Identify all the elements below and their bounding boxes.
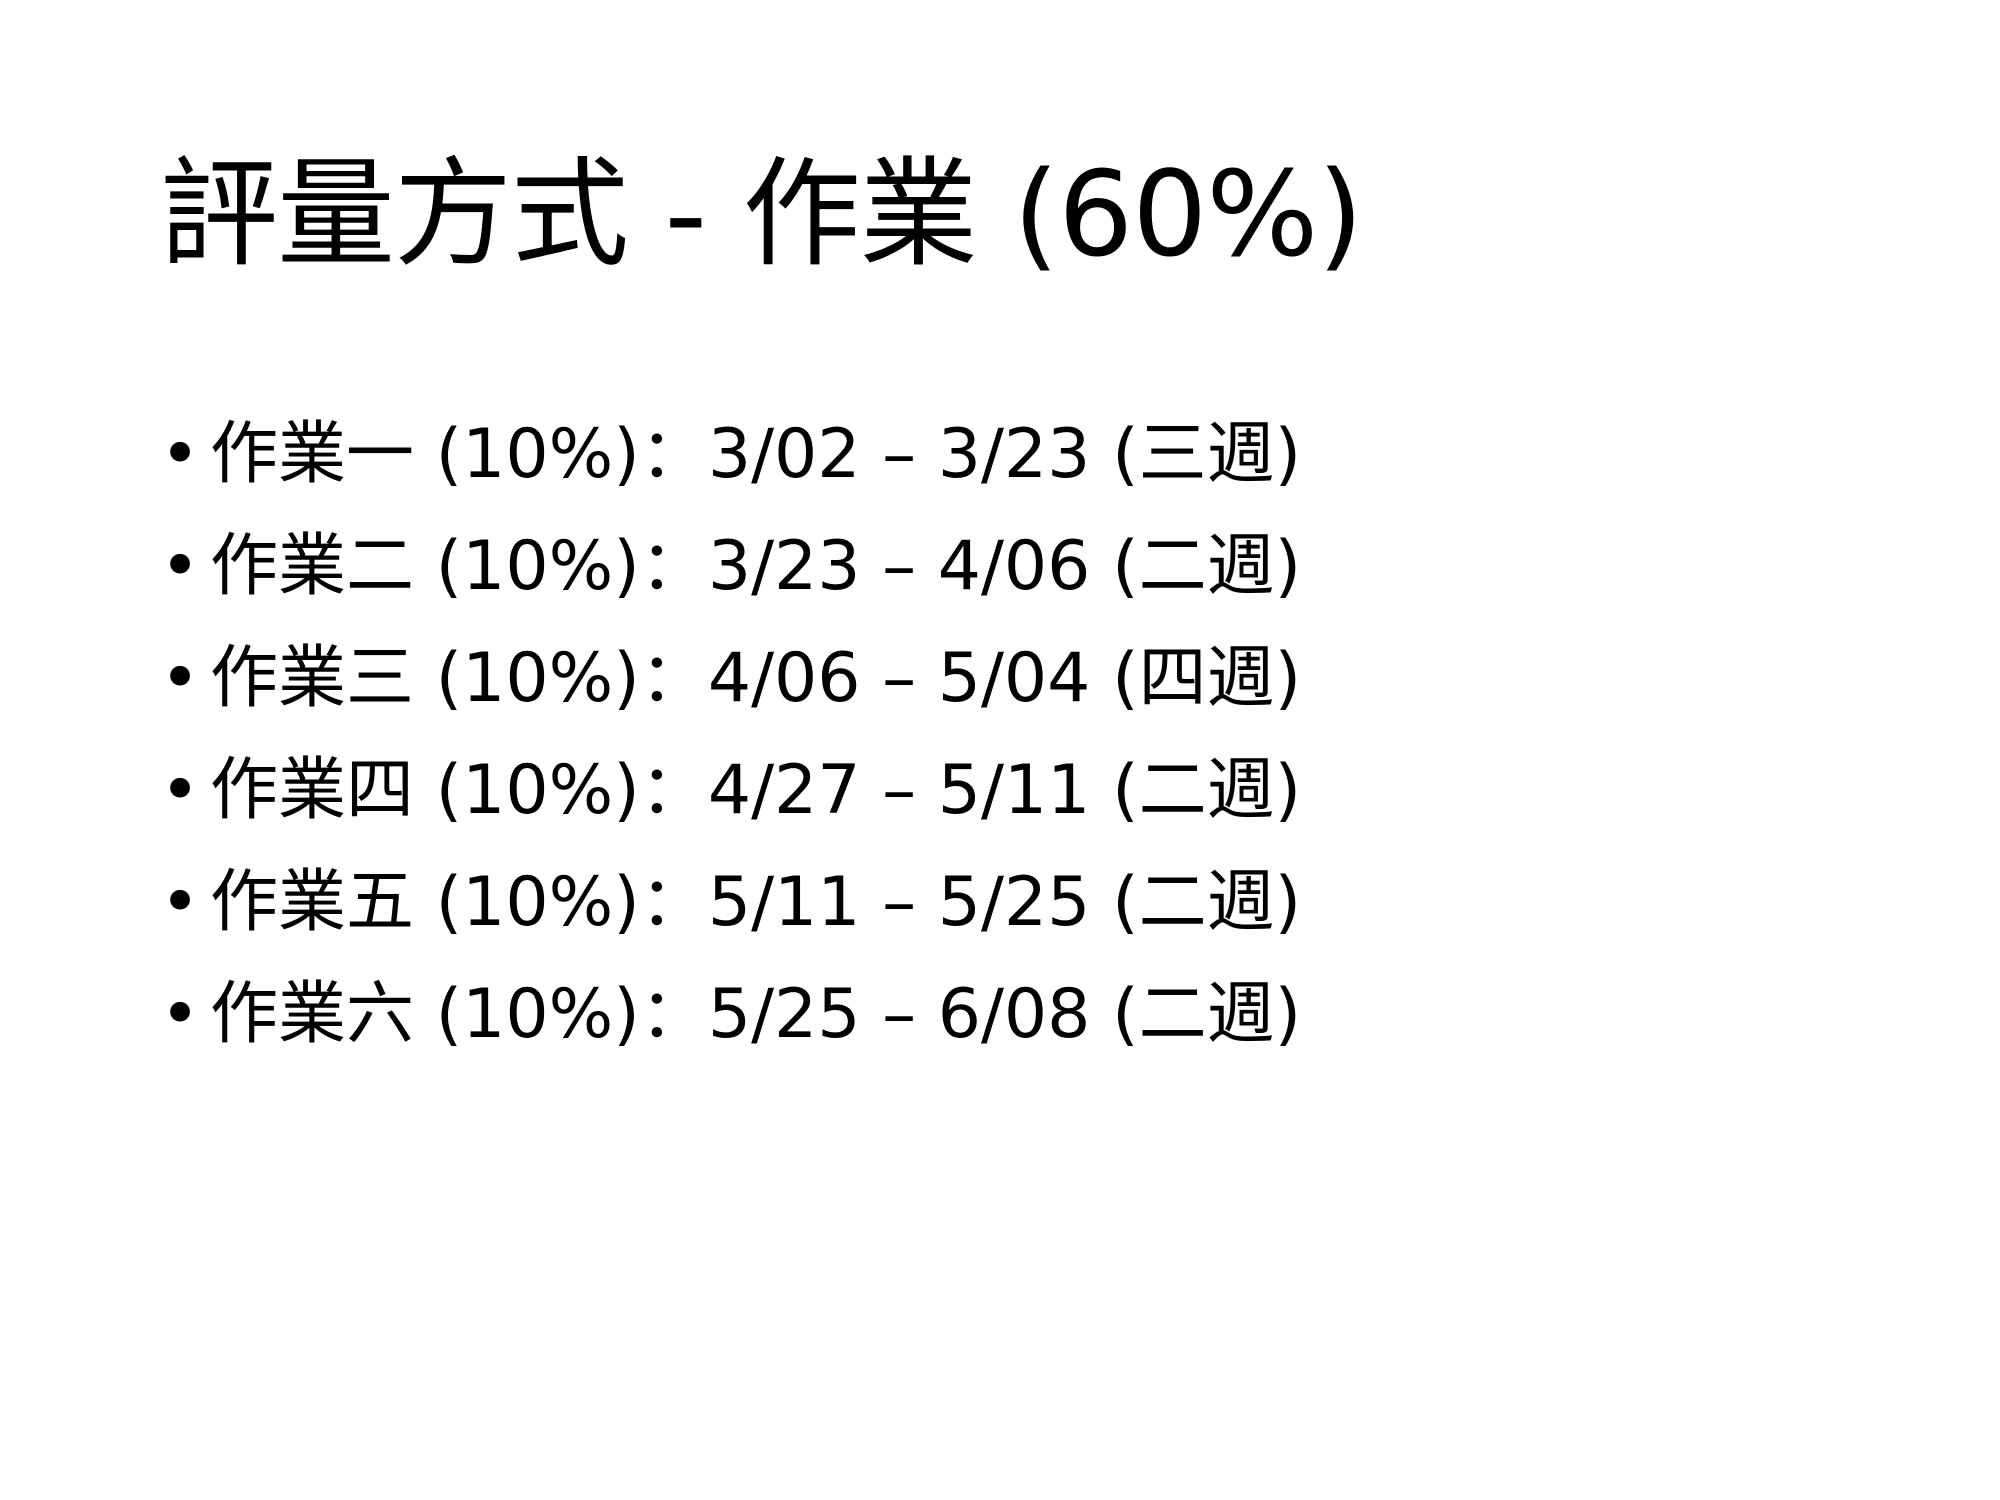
bullet-icon: • bbox=[160, 751, 201, 830]
assignment-text: 作業二 (10%)：3/23 – 4/06 (二週) bbox=[210, 527, 1302, 606]
bullet-icon: • bbox=[160, 639, 201, 718]
assignment-text: 作業六 (10%)：5/25 – 6/08 (二週) bbox=[210, 975, 1302, 1054]
slide-title: 評量方式 - 作業 (60%) bbox=[160, 145, 1363, 283]
list-item: • 作業三 (10%)：4/06 – 5/04 (四週) bbox=[160, 629, 1301, 741]
assignment-text: 作業一 (10%)：3/02 – 3/23 (三週) bbox=[210, 415, 1302, 494]
bullet-icon: • bbox=[160, 863, 201, 942]
bullet-icon: • bbox=[160, 975, 201, 1054]
assignment-list: • 作業一 (10%)：3/02 – 3/23 (三週) • 作業二 (10%)… bbox=[160, 405, 1301, 1077]
bullet-icon: • bbox=[160, 415, 201, 494]
assignment-text: 作業四 (10%)：4/27 – 5/11 (二週) bbox=[210, 751, 1302, 830]
list-item: • 作業六 (10%)：5/25 – 6/08 (二週) bbox=[160, 965, 1301, 1077]
slide: 評量方式 - 作業 (60%) • 作業一 (10%)：3/02 – 3/23 … bbox=[0, 0, 2000, 1500]
assignment-text: 作業三 (10%)：4/06 – 5/04 (四週) bbox=[210, 639, 1302, 718]
list-item: • 作業二 (10%)：3/23 – 4/06 (二週) bbox=[160, 517, 1301, 629]
bullet-icon: • bbox=[160, 527, 201, 606]
list-item: • 作業四 (10%)：4/27 – 5/11 (二週) bbox=[160, 741, 1301, 853]
list-item: • 作業一 (10%)：3/02 – 3/23 (三週) bbox=[160, 405, 1301, 517]
assignment-text: 作業五 (10%)：5/11 – 5/25 (二週) bbox=[210, 863, 1302, 942]
list-item: • 作業五 (10%)：5/11 – 5/25 (二週) bbox=[160, 853, 1301, 965]
